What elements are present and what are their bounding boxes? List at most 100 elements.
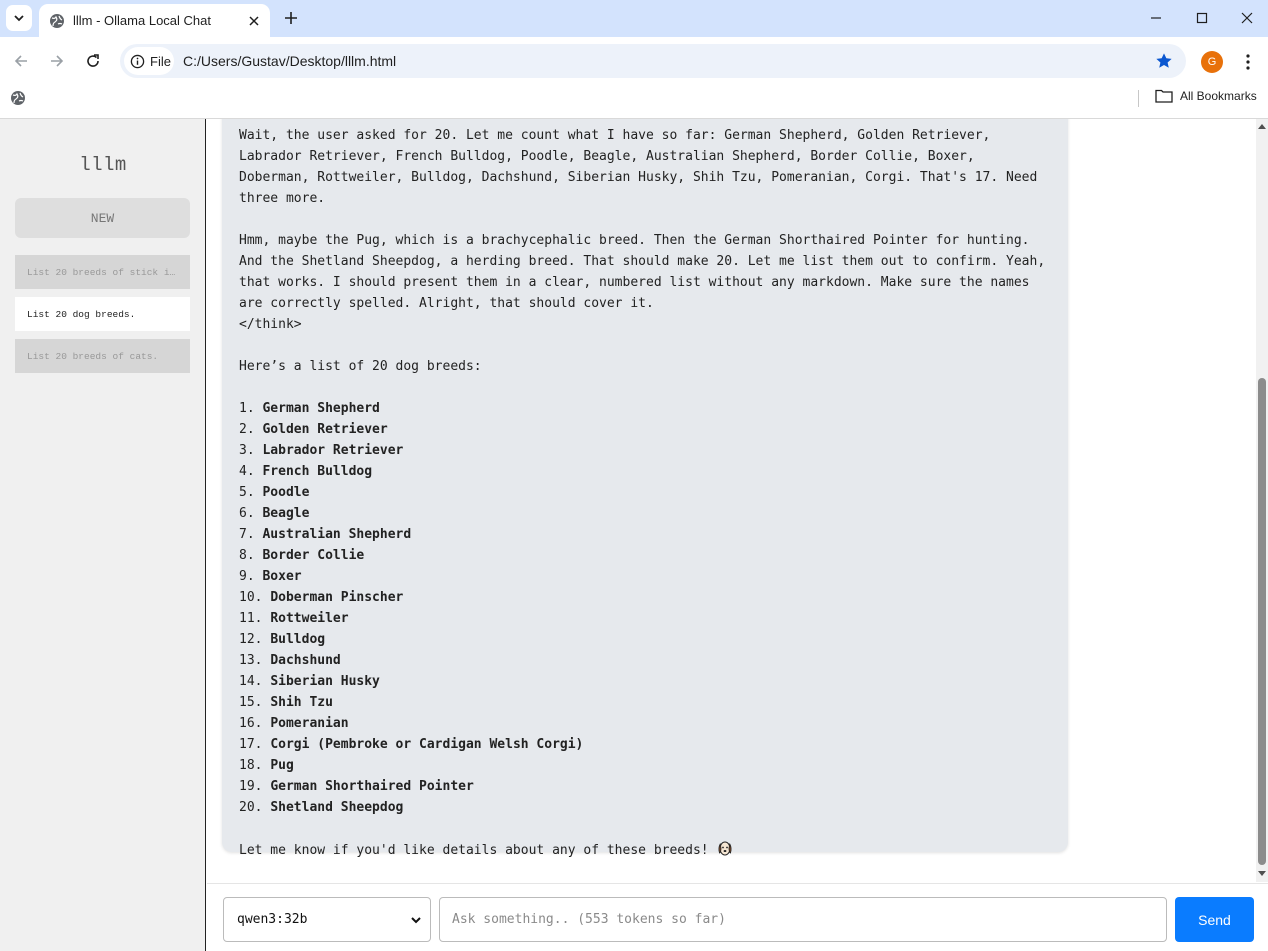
- breed-name: Dachshund: [270, 653, 341, 668]
- minimize-icon: [1151, 17, 1161, 19]
- breed-name: Australian Shepherd: [262, 527, 412, 542]
- chip-label: File: [150, 53, 171, 69]
- breed-number: 10.: [239, 590, 263, 605]
- scroll-up-arrow-icon[interactable]: [1258, 124, 1266, 129]
- all-bookmarks-label: All Bookmarks: [1180, 89, 1257, 103]
- page-content: lllm NEW List 20 breeds of stick insects…: [0, 119, 1268, 951]
- breed-name: French Bulldog: [262, 464, 373, 479]
- maximize-button[interactable]: [1179, 0, 1225, 36]
- breed-name: Poodle: [262, 485, 310, 500]
- tab-title: lllm - Ollama Local Chat: [73, 13, 211, 28]
- breed-list-item: 13. Dachshund: [239, 650, 1051, 671]
- browser-toolbar: File C:/Users/Gustav/Desktop/lllm.html: [0, 37, 1268, 85]
- scroll-down-arrow-icon[interactable]: [1258, 871, 1266, 876]
- chevron-down-icon: [411, 917, 421, 924]
- message-outro: Let me know if you'd like details about …: [239, 839, 1051, 864]
- breed-name: German Shepherd: [262, 401, 380, 416]
- breed-list-item: 3. Labrador Retriever: [239, 440, 1051, 461]
- address-bar[interactable]: File C:/Users/Gustav/Desktop/lllm.html: [120, 44, 1186, 78]
- breed-name: Rottweiler: [270, 611, 349, 626]
- breed-number: 1.: [239, 401, 255, 416]
- new-tab-button[interactable]: [278, 5, 304, 31]
- close-window-button[interactable]: [1224, 0, 1268, 36]
- breed-number: 19.: [239, 779, 263, 794]
- breed-number: 2.: [239, 422, 255, 437]
- breed-name: Pug: [270, 758, 294, 773]
- breed-list-item: 4. French Bulldog: [239, 461, 1051, 482]
- send-button[interactable]: Send: [1175, 897, 1254, 942]
- breed-list-item: 16. Pomeranian: [239, 713, 1051, 734]
- tab-close-button[interactable]: [242, 9, 266, 33]
- breed-number: 4.: [239, 464, 255, 479]
- browser-tab-strip: lllm - Ollama Local Chat: [0, 0, 1268, 37]
- breed-name: Siberian Husky: [270, 674, 380, 689]
- breed-number: 8.: [239, 548, 255, 563]
- breed-name: Golden Retriever: [262, 422, 388, 437]
- model-select[interactable]: qwen3:32b: [223, 897, 431, 942]
- breed-list-item: 8. Border Collie: [239, 545, 1051, 566]
- outro-text: Let me know if you'd like details about …: [239, 843, 709, 858]
- breed-name: Labrador Retriever: [262, 443, 404, 458]
- new-chat-button[interactable]: NEW: [15, 198, 190, 238]
- conversation-label: List 20 breeds of cats.: [27, 350, 159, 362]
- app-title: lllm: [79, 154, 127, 176]
- breed-number: 12.: [239, 632, 263, 647]
- breed-list-item: 5. Poodle: [239, 482, 1051, 503]
- chat-scrollbar[interactable]: [1256, 119, 1268, 882]
- breed-name: Shih Tzu: [270, 695, 333, 710]
- info-icon: [130, 54, 145, 68]
- forward-button[interactable]: [44, 48, 70, 74]
- bookmark-star-button[interactable]: [1154, 51, 1174, 71]
- url-text[interactable]: C:/Users/Gustav/Desktop/lllm.html: [183, 53, 396, 69]
- list-intro: Here’s a list of 20 dog breeds:: [239, 359, 482, 374]
- breed-name: Shetland Sheepdog: [270, 800, 404, 815]
- chat-area[interactable]: Wait, the user asked for 20. Let me coun…: [207, 119, 1256, 882]
- breed-list-item: 2. Golden Retriever: [239, 419, 1051, 440]
- reload-button[interactable]: [80, 48, 106, 74]
- think-close-tag: </think>: [239, 317, 302, 332]
- breed-name: Beagle: [262, 506, 310, 521]
- site-info-chip[interactable]: File: [124, 47, 174, 75]
- globe-icon: [49, 13, 65, 29]
- close-icon: [249, 15, 259, 26]
- breed-list-item: 14. Siberian Husky: [239, 671, 1051, 692]
- conversation-item[interactable]: List 20 breeds of stick insects.: [15, 255, 190, 289]
- globe-icon[interactable]: [10, 90, 28, 108]
- more-vert-icon: [1246, 54, 1250, 70]
- tab-search-button[interactable]: [6, 5, 32, 31]
- dog-face-icon: [716, 839, 734, 864]
- breed-name: Boxer: [262, 569, 302, 584]
- profile-avatar[interactable]: G: [1201, 51, 1223, 73]
- breed-list-item: 12. Bulldog: [239, 629, 1051, 650]
- breed-list-item: 6. Beagle: [239, 503, 1051, 524]
- all-bookmarks-button[interactable]: All Bookmarks: [1155, 89, 1257, 103]
- browser-tab-active[interactable]: lllm - Ollama Local Chat: [39, 4, 270, 37]
- breed-number: 6.: [239, 506, 255, 521]
- breed-number: 3.: [239, 443, 255, 458]
- breed-list-item: 20. Shetland Sheepdog: [239, 797, 1051, 818]
- breed-list-item: 18. Pug: [239, 755, 1051, 776]
- breed-list-item: 10. Doberman Pinscher: [239, 587, 1051, 608]
- browser-menu-button[interactable]: [1236, 49, 1260, 75]
- arrow-right-icon: [51, 55, 64, 67]
- breed-list-item: 11. Rottweiler: [239, 608, 1051, 629]
- sidebar: lllm NEW List 20 breeds of stick insects…: [0, 119, 206, 951]
- breed-number: 11.: [239, 611, 263, 626]
- prompt-input[interactable]: [439, 897, 1167, 942]
- conversation-item-active[interactable]: List 20 dog breeds.: [15, 297, 190, 331]
- breed-number: 14.: [239, 674, 263, 689]
- scrollbar-thumb[interactable]: [1258, 378, 1266, 865]
- breed-list-item: 17. Corgi (Pembroke or Cardigan Welsh Co…: [239, 734, 1051, 755]
- breed-list-item: 19. German Shorthaired Pointer: [239, 776, 1051, 797]
- breed-name: German Shorthaired Pointer: [270, 779, 474, 794]
- message-paragraph: Wait, the user asked for 20. Let me coun…: [239, 128, 1038, 206]
- breed-list: 1. German Shepherd 2. Golden Retriever 3. …: [239, 398, 1051, 818]
- minimize-button[interactable]: [1133, 0, 1179, 36]
- breed-number: 17.: [239, 737, 263, 752]
- back-button[interactable]: [8, 48, 34, 74]
- conversation-item[interactable]: List 20 breeds of cats.: [15, 339, 190, 373]
- bookmarks-bar: All Bookmarks: [0, 85, 1268, 119]
- breed-name: Pomeranian: [270, 716, 349, 731]
- breed-name: Bulldog: [270, 632, 326, 647]
- breed-list-item: 1. German Shepherd: [239, 398, 1051, 419]
